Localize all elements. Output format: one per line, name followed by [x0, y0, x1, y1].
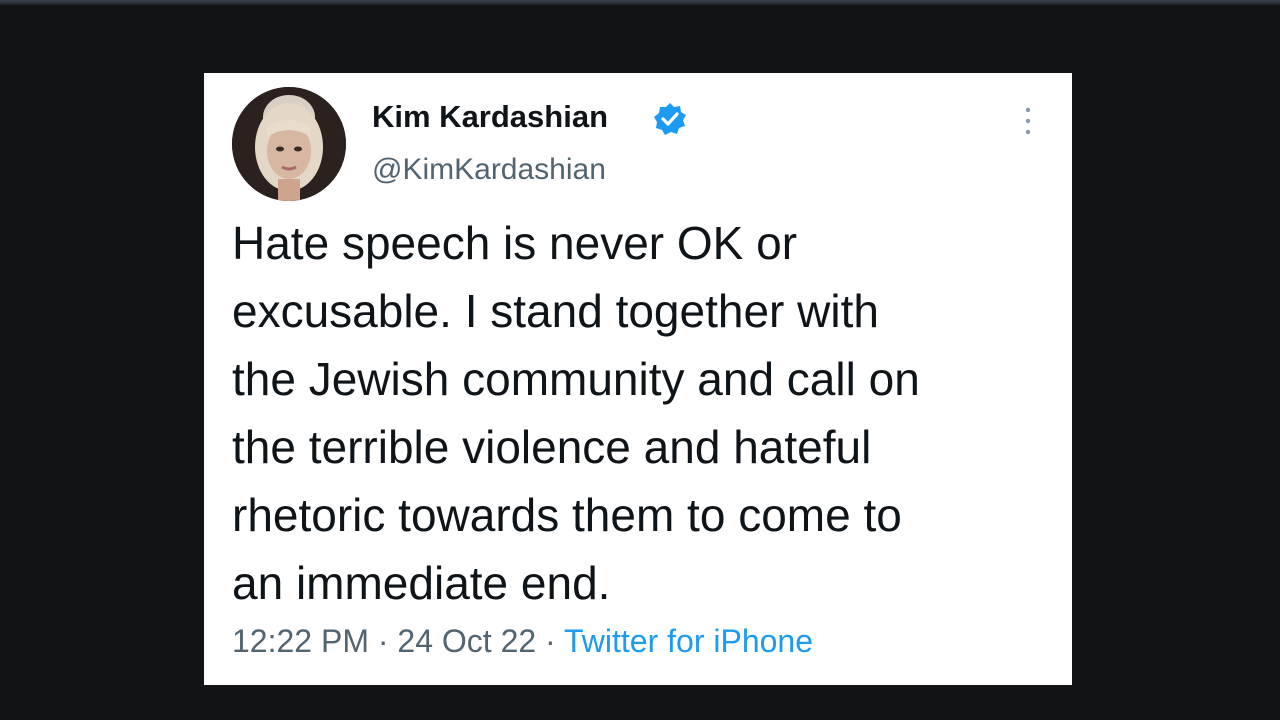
more-options-icon[interactable] — [1016, 103, 1040, 139]
avatar[interactable] — [232, 87, 346, 201]
tweet-meta: 12:22 PM · 24 Oct 22 · Twitter for iPhon… — [232, 623, 813, 660]
frame-top-edge — [0, 0, 1280, 5]
meta-separator: · — [545, 623, 556, 659]
tweet-date[interactable]: 24 Oct 22 — [397, 623, 536, 659]
meta-separator: · — [377, 623, 389, 659]
tweet-text: Hate speech is never OK or excusable. I … — [232, 217, 920, 609]
tweet-card: Kim Kardashian @KimKardashian Hate speec… — [204, 73, 1072, 685]
video-frame: Kim Kardashian @KimKardashian Hate speec… — [0, 0, 1280, 720]
tweet-time[interactable]: 12:22 PM — [232, 623, 369, 659]
verified-badge-icon — [652, 101, 688, 137]
display-name[interactable]: Kim Kardashian — [372, 99, 608, 135]
tweet-source-link[interactable]: Twitter for iPhone — [564, 623, 813, 659]
user-handle[interactable]: @KimKardashian — [372, 153, 606, 187]
